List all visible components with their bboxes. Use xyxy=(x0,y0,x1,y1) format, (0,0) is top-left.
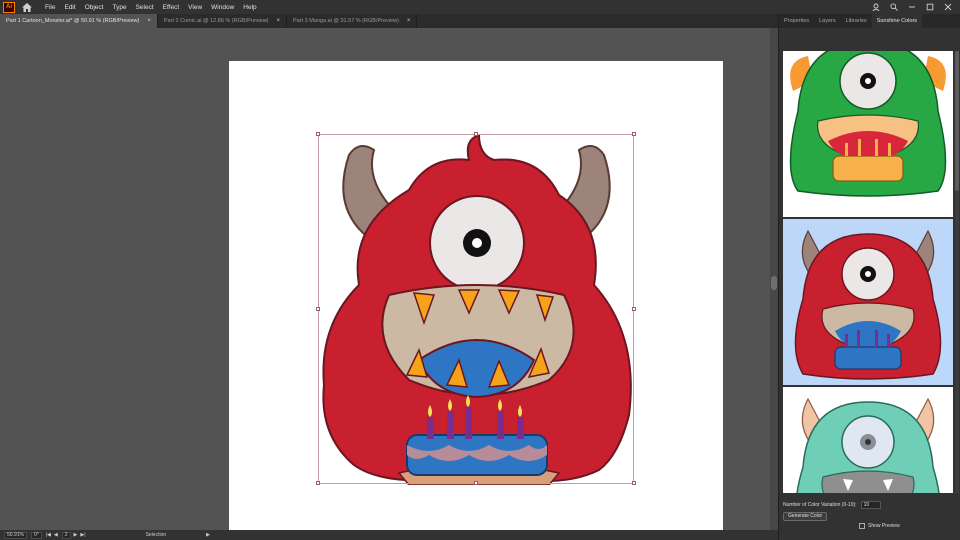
maximize-icon[interactable] xyxy=(926,3,934,11)
tab-libraries[interactable]: Libraries xyxy=(841,14,872,28)
close-icon[interactable]: × xyxy=(147,18,151,24)
checkbox-box[interactable] xyxy=(859,523,865,529)
resize-handle[interactable] xyxy=(474,481,478,485)
generate-color-button[interactable]: Generate Color xyxy=(783,512,828,521)
status-bar: 50.91% 0° |◀ ◀ 2 ▶ ▶| Selection ▶ xyxy=(0,530,778,540)
app-logo: Ai xyxy=(3,1,15,13)
close-icon[interactable] xyxy=(944,3,952,11)
menu-view[interactable]: View xyxy=(188,4,202,11)
tab-label: Part 2 Comic.ai @ 12.86 % (RGB/Preview) xyxy=(163,18,269,24)
variation-count-row: Number of Color Variation (0-10): xyxy=(783,501,881,509)
show-preview-checkbox[interactable]: Show Preview xyxy=(859,523,900,529)
close-icon[interactable]: × xyxy=(277,18,281,24)
menu-items: File Edit Object Type Select Effect View… xyxy=(45,4,257,11)
menu-edit[interactable]: Edit xyxy=(64,4,75,11)
window-controls xyxy=(872,3,952,12)
menu-bar: Ai File Edit Object Type Select Effect V… xyxy=(0,0,960,14)
last-artboard-icon[interactable]: ▶| xyxy=(80,532,85,538)
right-panel: Properties Layers Libraries Sunshine Col… xyxy=(778,14,960,540)
scrollbar-thumb[interactable] xyxy=(771,276,777,290)
resize-handle[interactable] xyxy=(316,132,320,136)
home-icon[interactable] xyxy=(21,1,33,13)
account-icon[interactable] xyxy=(872,3,880,12)
menu-window[interactable]: Window xyxy=(211,4,234,11)
panel-tabs: Properties Layers Libraries Sunshine Col… xyxy=(779,14,960,28)
variation-count-label: Number of Color Variation (0-10): xyxy=(783,502,857,508)
next-artboard-icon[interactable]: ▶ xyxy=(74,532,78,538)
resize-handle[interactable] xyxy=(632,481,636,485)
minimize-icon[interactable] xyxy=(908,3,916,11)
variation-list-scrollbar[interactable] xyxy=(955,51,959,493)
current-tool: Selection xyxy=(145,532,167,538)
menu-select[interactable]: Select xyxy=(136,4,154,11)
first-artboard-icon[interactable]: |◀ xyxy=(46,532,51,538)
document-tabs: Part 1 Cartoon_Monster.ai* @ 50.91 % (RG… xyxy=(0,14,778,28)
search-icon[interactable] xyxy=(890,3,898,11)
resize-handle[interactable] xyxy=(316,307,320,311)
rotation-field[interactable]: 0° xyxy=(30,531,42,539)
monster-artwork[interactable] xyxy=(319,135,634,485)
resize-handle[interactable] xyxy=(316,481,320,485)
variation-count-input[interactable] xyxy=(860,501,881,509)
canvas-area[interactable] xyxy=(0,28,772,540)
menu-object[interactable]: Object xyxy=(85,4,104,11)
vertical-scrollbar[interactable] xyxy=(770,28,778,530)
resize-handle[interactable] xyxy=(474,132,478,136)
tab-layers[interactable]: Layers xyxy=(814,14,841,28)
menu-help[interactable]: Help xyxy=(243,4,256,11)
menu-effect[interactable]: Effect xyxy=(163,4,180,11)
show-preview-label: Show Preview xyxy=(868,523,900,529)
menu-type[interactable]: Type xyxy=(112,4,126,11)
tab-label: Part 1 Cartoon_Monster.ai* @ 50.91 % (RG… xyxy=(6,18,140,24)
tab-comic[interactable]: Part 2 Comic.ai @ 12.86 % (RGB/Preview) … xyxy=(158,14,288,28)
color-variation-1[interactable] xyxy=(783,51,953,217)
menu-file[interactable]: File xyxy=(45,4,55,11)
artboard[interactable] xyxy=(229,61,723,540)
color-variation-2[interactable] xyxy=(783,219,953,385)
tab-cartoon-monster[interactable]: Part 1 Cartoon_Monster.ai* @ 50.91 % (RG… xyxy=(0,14,158,28)
status-arrow-icon[interactable]: ▶ xyxy=(206,532,210,538)
resize-handle[interactable] xyxy=(632,307,636,311)
color-variation-3[interactable] xyxy=(783,387,953,493)
illustrator-window: Ai File Edit Object Type Select Effect V… xyxy=(0,0,960,540)
prev-artboard-icon[interactable]: ◀ xyxy=(54,532,58,538)
tab-label: Part 3 Manga.ai @ 31.57 % (RGB/Preview) xyxy=(293,18,399,24)
artboard-field[interactable]: 2 xyxy=(61,531,71,539)
tab-properties[interactable]: Properties xyxy=(779,14,814,28)
tab-manga[interactable]: Part 3 Manga.ai @ 31.57 % (RGB/Preview) … xyxy=(287,14,418,28)
close-icon[interactable]: × xyxy=(407,18,411,24)
scrollbar-thumb[interactable] xyxy=(955,51,959,191)
resize-handle[interactable] xyxy=(632,132,636,136)
zoom-field[interactable]: 50.91% xyxy=(4,531,27,539)
tab-sunshine-colors[interactable]: Sunshine Colors xyxy=(871,14,923,28)
color-variation-list[interactable] xyxy=(783,51,953,493)
